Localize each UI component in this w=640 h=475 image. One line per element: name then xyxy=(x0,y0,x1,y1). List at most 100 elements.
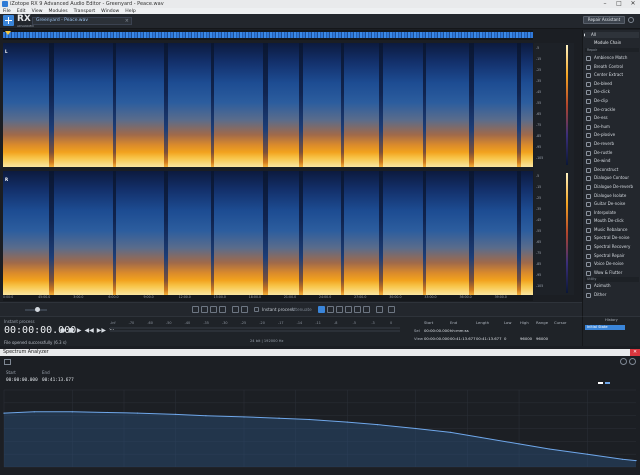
module-item[interactable]: Dialogue Isolate xyxy=(585,192,639,201)
module-item[interactable]: Spectral Repair xyxy=(585,252,639,261)
frequency-selection-icon[interactable] xyxy=(327,306,334,313)
record-icon[interactable]: ● xyxy=(60,327,65,334)
view-range-value[interactable]: 96000 xyxy=(536,336,548,341)
sel-row-label: Sel xyxy=(414,328,420,333)
zoom-out-icon[interactable] xyxy=(201,306,208,313)
view-low-value[interactable]: 0 xyxy=(504,336,506,341)
sel-end-value[interactable]: hh:mm:ss xyxy=(450,328,469,333)
module-item[interactable]: Ambience Match xyxy=(585,54,639,63)
attenuate-dropdown[interactable]: Attenuate xyxy=(291,307,312,312)
spectrogram-channel-right[interactable]: R xyxy=(3,171,533,295)
zoom-selection-icon[interactable] xyxy=(210,306,217,313)
module-item[interactable]: De-crackle xyxy=(585,106,639,115)
module-item[interactable]: De-hum xyxy=(585,123,639,132)
menu-modules[interactable]: Modules xyxy=(49,9,68,14)
time-ruler[interactable]: 0:00:0 45:00.0 3:00.0 6:00.0 9:00.0 12:00.0 15… xyxy=(3,295,533,301)
history-panel: History Initial State xyxy=(582,316,640,346)
find-similar-icon[interactable] xyxy=(376,306,383,313)
spectrum-plot[interactable] xyxy=(0,386,640,475)
module-item[interactable]: Spectral De-noise xyxy=(585,234,639,243)
module-item[interactable]: Center Extract xyxy=(585,71,639,80)
db-tick-label: -35 xyxy=(536,79,542,83)
spectrum-analyzer-close-button[interactable]: ✕ xyxy=(630,349,640,356)
stop-icon[interactable]: ■ xyxy=(68,327,74,334)
view-end-value[interactable]: 00:41:13.677 xyxy=(450,336,476,341)
brush-icon[interactable] xyxy=(354,306,361,313)
waveform-overview[interactable] xyxy=(3,30,533,40)
magnifier-icon[interactable] xyxy=(232,306,239,313)
module-item[interactable]: Spectral Recovery xyxy=(585,243,639,252)
time-selection-icon[interactable] xyxy=(318,306,325,313)
logo-text: RX xyxy=(17,14,31,24)
sel-start-value[interactable]: 00:00:00.000 xyxy=(424,328,450,333)
module-item[interactable]: Music Rebalance xyxy=(585,226,639,235)
module-item[interactable]: De-wind xyxy=(585,157,639,166)
time-tick-label: 12:00.0 xyxy=(178,295,191,299)
module-item[interactable]: De-ess xyxy=(585,114,639,123)
waveform-spectrogram-blend-slider[interactable] xyxy=(25,307,47,312)
module-filter-dropdown[interactable]: All xyxy=(585,32,639,38)
module-item[interactable]: Guitar De-noise xyxy=(585,200,639,209)
view-high-value[interactable]: 96000 xyxy=(520,336,532,341)
magic-wand-icon[interactable] xyxy=(363,306,370,313)
rectangle-selection-icon[interactable] xyxy=(336,306,343,313)
rewind-icon[interactable]: ◀◀ xyxy=(85,327,94,334)
module-item[interactable]: De-rustle xyxy=(585,149,639,158)
menu-view[interactable]: View xyxy=(32,9,43,14)
maximize-button[interactable]: □ xyxy=(612,0,626,8)
module-item[interactable]: De-clip xyxy=(585,97,639,106)
hand-icon[interactable] xyxy=(241,306,248,313)
gear-icon[interactable] xyxy=(620,358,627,365)
module-item[interactable]: Dialogue Contour xyxy=(585,174,639,183)
module-item[interactable]: Interpolate xyxy=(585,209,639,218)
module-item[interactable]: Breath Control xyxy=(585,63,639,72)
module-item[interactable]: De-plosive xyxy=(585,131,639,140)
minimize-button[interactable]: – xyxy=(598,0,612,8)
spectrum-point xyxy=(308,418,310,421)
module-item[interactable]: De-reverb xyxy=(585,140,639,149)
module-item[interactable]: Mouth De-click xyxy=(585,217,639,226)
zoom-in-icon[interactable] xyxy=(192,306,199,313)
history-item[interactable]: Initial State xyxy=(585,325,625,330)
db-scale[interactable]: -5 -15 -25 -35 -45 -55 -65 -75 -85 -95 -105 -5 -15 -2… xyxy=(534,43,574,295)
fast-forward-icon[interactable]: ▶▶ xyxy=(97,327,106,334)
module-item[interactable]: De-click xyxy=(585,88,639,97)
module-chain-button[interactable]: Module Chain xyxy=(585,40,639,46)
utility-module-item[interactable]: Azimuth xyxy=(585,282,639,291)
document-tab[interactable]: Greenyard - Peace.wav × xyxy=(32,17,132,25)
meter-tick-label: -5 xyxy=(352,321,357,325)
repair-section-header[interactable]: Repair xyxy=(585,48,639,52)
instant-process-checkbox[interactable] xyxy=(254,307,259,312)
spectrogram-channel-left[interactable]: L xyxy=(3,43,533,167)
menu-edit[interactable]: Edit xyxy=(17,9,26,14)
harmonic-selection-icon[interactable] xyxy=(388,306,395,313)
menu-file[interactable]: File xyxy=(3,9,11,14)
spectrum-point xyxy=(136,412,139,414)
meter-tick-label: -30 xyxy=(222,321,228,325)
close-button[interactable]: ✕ xyxy=(626,0,640,8)
menu-help[interactable]: Help xyxy=(125,9,135,14)
module-item[interactable]: Deconstruct xyxy=(585,166,639,175)
spectrum-view-icon[interactable] xyxy=(4,359,11,365)
utility-module-item[interactable]: Dither xyxy=(585,291,639,300)
zoom-fit-icon[interactable] xyxy=(219,306,226,313)
playhead-marker-icon[interactable] xyxy=(5,31,11,35)
module-list: Ambience Match Breath Control Center Extra… xyxy=(585,54,639,300)
view-start-value[interactable]: 00:00:00.000 xyxy=(424,336,450,341)
repair-assistant-button[interactable]: Repair Assistant xyxy=(583,16,625,24)
help-icon[interactable] xyxy=(629,358,636,365)
spectrogram-display[interactable]: L R xyxy=(3,43,533,295)
close-tab-icon[interactable]: × xyxy=(125,18,129,24)
module-item[interactable]: Dialogue De-reverb xyxy=(585,183,639,192)
menu-window[interactable]: Window xyxy=(101,9,119,14)
play-icon[interactable]: ▶ xyxy=(77,327,82,334)
module-item[interactable]: Voice De-noise xyxy=(585,260,639,269)
module-item[interactable]: Wow & Flutter xyxy=(585,269,639,278)
window-title: iZotope RX 9 Advanced Audio Editor - Gre… xyxy=(10,1,164,7)
module-icon xyxy=(586,210,591,216)
lasso-icon[interactable] xyxy=(345,306,352,313)
view-length-value[interactable]: 00:41:13.677 xyxy=(476,336,502,341)
help-icon[interactable] xyxy=(628,17,634,23)
menu-transport[interactable]: Transport xyxy=(74,9,96,14)
module-item[interactable]: De-bleed xyxy=(585,80,639,89)
